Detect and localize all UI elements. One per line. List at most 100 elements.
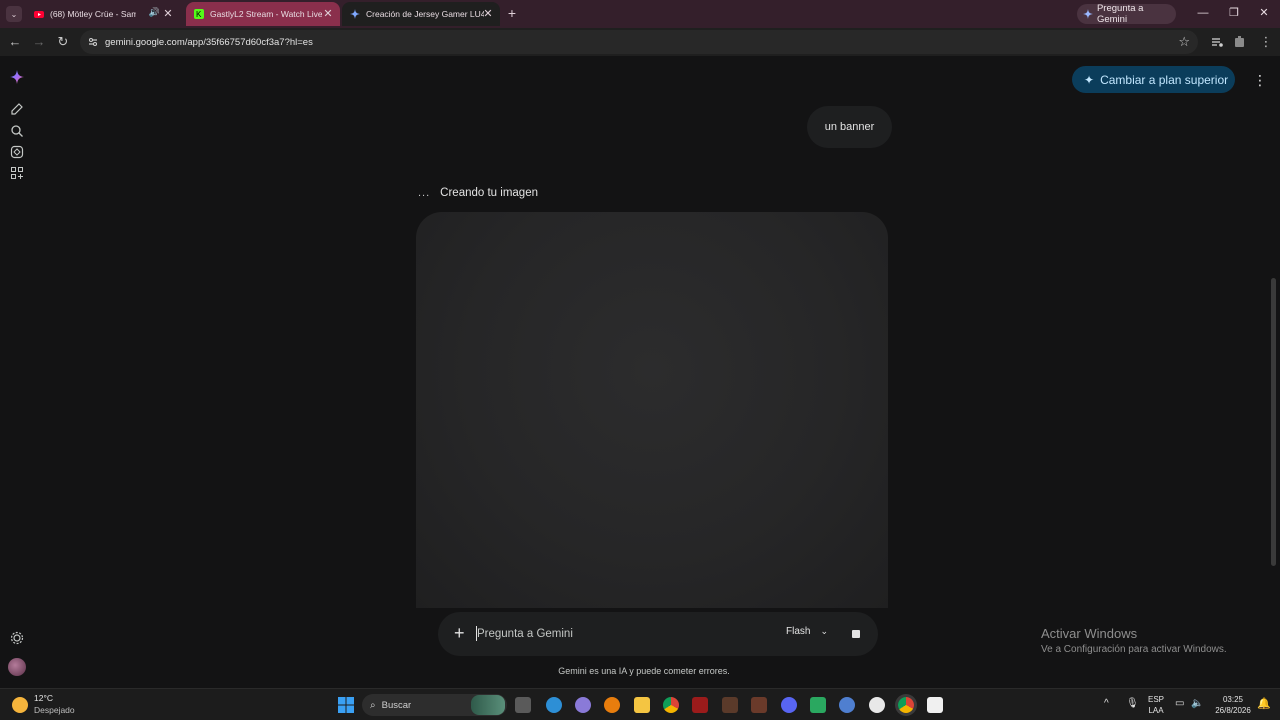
gemini-icon [1083,9,1093,19]
kick-icon: K [194,9,204,19]
language-label: ESP [1147,695,1164,704]
restore-icon[interactable]: ❐ [1227,6,1241,20]
taskbar: 12°C Despejado ⌕ Buscar ^ 🎙 ESP LAA ▭ 🔈 … [0,688,1280,720]
activate-windows-watermark: Activar Windows Ve a Configuración para … [1041,626,1227,655]
add-attachment-icon[interactable]: + [454,623,465,643]
prompt-composer: + Flash ⌄ [438,612,878,656]
sparkle-icon: ✦ [1084,72,1095,87]
notification-bell-icon[interactable]: 🔔 [1257,697,1271,710]
stop-icon [852,630,860,638]
blender-app-icon[interactable] [604,697,620,713]
tab-kick[interactable]: K GastlyL2 Stream - Watch Live on Kick ✕ [186,2,340,26]
tab-strip: ⌄ (68) Mötley Crüe - Same Ol' Situation … [0,0,1280,28]
image-generation-placeholder [416,212,888,608]
forward-arrow-icon[interactable]: → [31,34,47,50]
moon-icon [12,697,28,713]
windows-start-icon[interactable] [338,697,354,713]
explore-gems-icon[interactable] [10,145,24,159]
ask-gemini-button[interactable]: Pregunta a Gemini [1077,3,1176,25]
clock[interactable]: 03:25 26/8/2026 [1210,694,1256,716]
weather-temp: 12°C [34,693,53,703]
edge-browser-icon[interactable] [546,697,562,713]
tab-gemini-active[interactable]: Creación de Jersey Gamer LU4 ✕ [342,2,500,26]
scrollbar[interactable] [1271,278,1276,566]
discord-app-icon[interactable] [781,697,797,713]
game-app-icon-1[interactable] [722,697,738,713]
model-label: Flash [786,626,811,637]
close-tab-icon[interactable]: ✕ [482,8,494,20]
avatar[interactable] [8,658,26,676]
new-chat-icon[interactable] [10,102,24,116]
app-icon-red[interactable] [692,697,708,713]
media-controls-icon[interactable] [1209,34,1225,50]
back-arrow-icon[interactable]: ← [7,34,23,50]
gemini-page: ✦ Cambiar a plan superior ⋮ un banner ..… [0,56,1280,688]
extensions-icon[interactable] [1232,34,1248,50]
chevron-down-icon: ⌄ [10,9,18,19]
generation-status: ... Creando tu imagen [418,187,538,199]
generation-status-text: Creando tu imagen [440,187,538,199]
ask-gemini-label: Pregunta a Gemini [1096,3,1144,25]
address-bar[interactable]: gemini.google.com/app/35f66757d60cf3a7?h… [80,30,1198,54]
url-text[interactable]: gemini.google.com/app/35f66757d60cf3a7?h… [105,37,313,48]
search-highlight-icon [471,695,505,715]
file-manager-app-icon[interactable] [515,697,531,713]
disclaimer-text: Gemini es una IA y puede cometer errores… [558,666,730,676]
search-icon[interactable] [10,124,24,138]
browser-toolbar: ← → ↻ gemini.google.com/app/35f66757d60c… [0,28,1280,56]
unreal-engine-icon[interactable] [869,697,885,713]
weather-widget[interactable]: 12°C Despejado [12,693,75,715]
user-message-bubble: un banner [807,106,892,148]
model-selector[interactable]: Flash ⌄ [786,626,828,637]
stop-generation-button[interactable] [849,627,863,641]
site-info-icon[interactable] [87,36,99,48]
close-window-icon[interactable]: ✕ [1257,6,1271,20]
volume-icon[interactable]: 🔈 [1191,698,1203,709]
weather-condition: Despejado [34,705,75,715]
apps-icon[interactable] [10,166,24,180]
taskbar-search[interactable]: ⌕ Buscar [362,694,507,716]
chrome-active-app-icon[interactable] [898,697,914,713]
tab-title: GastlyL2 Stream - Watch Live on Kick [210,9,322,19]
prompt-input[interactable] [477,623,767,645]
gemini-logo-icon[interactable] [10,70,24,84]
upgrade-plan-label: Cambiar a plan superior [1100,72,1229,87]
microphone-icon[interactable]: 🎙 [1126,698,1139,709]
input-language[interactable]: ESP LAA [1144,694,1168,716]
gemini-icon [350,9,360,19]
capcut-app-icon[interactable] [927,697,943,713]
tab-search-button[interactable]: ⌄ [6,6,22,22]
loading-dots-icon: ... [418,187,431,199]
search-icon: ⌕ [370,699,376,711]
speaker-icon[interactable]: 🔊 [149,7,160,18]
clock-time: 03:25 [1222,695,1244,704]
reload-icon[interactable]: ↻ [55,34,71,50]
tray-overflow-icon[interactable]: ^ [1104,698,1109,709]
new-tab-button[interactable]: + [505,5,519,23]
close-tab-icon[interactable]: ✕ [162,8,174,20]
browser-menu-icon[interactable]: ⋮ [1258,34,1274,50]
game-app-icon-2[interactable] [751,697,767,713]
network-icon[interactable]: ▭ [1175,698,1184,709]
more-options-icon[interactable]: ⋮ [1253,71,1267,89]
chevron-down-icon: ⌄ [820,626,828,636]
svg-text:K: K [196,10,202,19]
copilot-app-icon[interactable] [575,697,591,713]
close-tab-icon[interactable]: ✕ [322,8,334,20]
taskbar-search-label: Buscar [381,699,412,711]
tab-youtube[interactable]: (68) Mötley Crüe - Same Ol' Situation 🔊 … [26,2,180,26]
watermark-subtitle: Ve a Configuración para activar Windows. [1041,644,1227,655]
tab-title: Creación de Jersey Gamer LU4 [366,9,484,19]
app-icon-green[interactable] [810,697,826,713]
minimize-icon[interactable]: — [1196,6,1210,20]
app-icon-blue-circle[interactable] [839,697,855,713]
bookmark-star-icon[interactable]: ☆ [1178,34,1190,50]
upgrade-plan-button[interactable]: ✦ Cambiar a plan superior [1072,66,1235,93]
chrome-app-icon[interactable] [663,697,679,713]
tab-title: (68) Mötley Crüe - Same Ol' Situation [50,9,136,19]
clock-date: 26/8/2026 [1215,706,1251,715]
file-explorer-icon[interactable] [634,697,650,713]
watermark-title: Activar Windows [1041,626,1138,641]
settings-gear-icon[interactable] [10,631,24,645]
layout-label: LAA [1148,706,1164,715]
